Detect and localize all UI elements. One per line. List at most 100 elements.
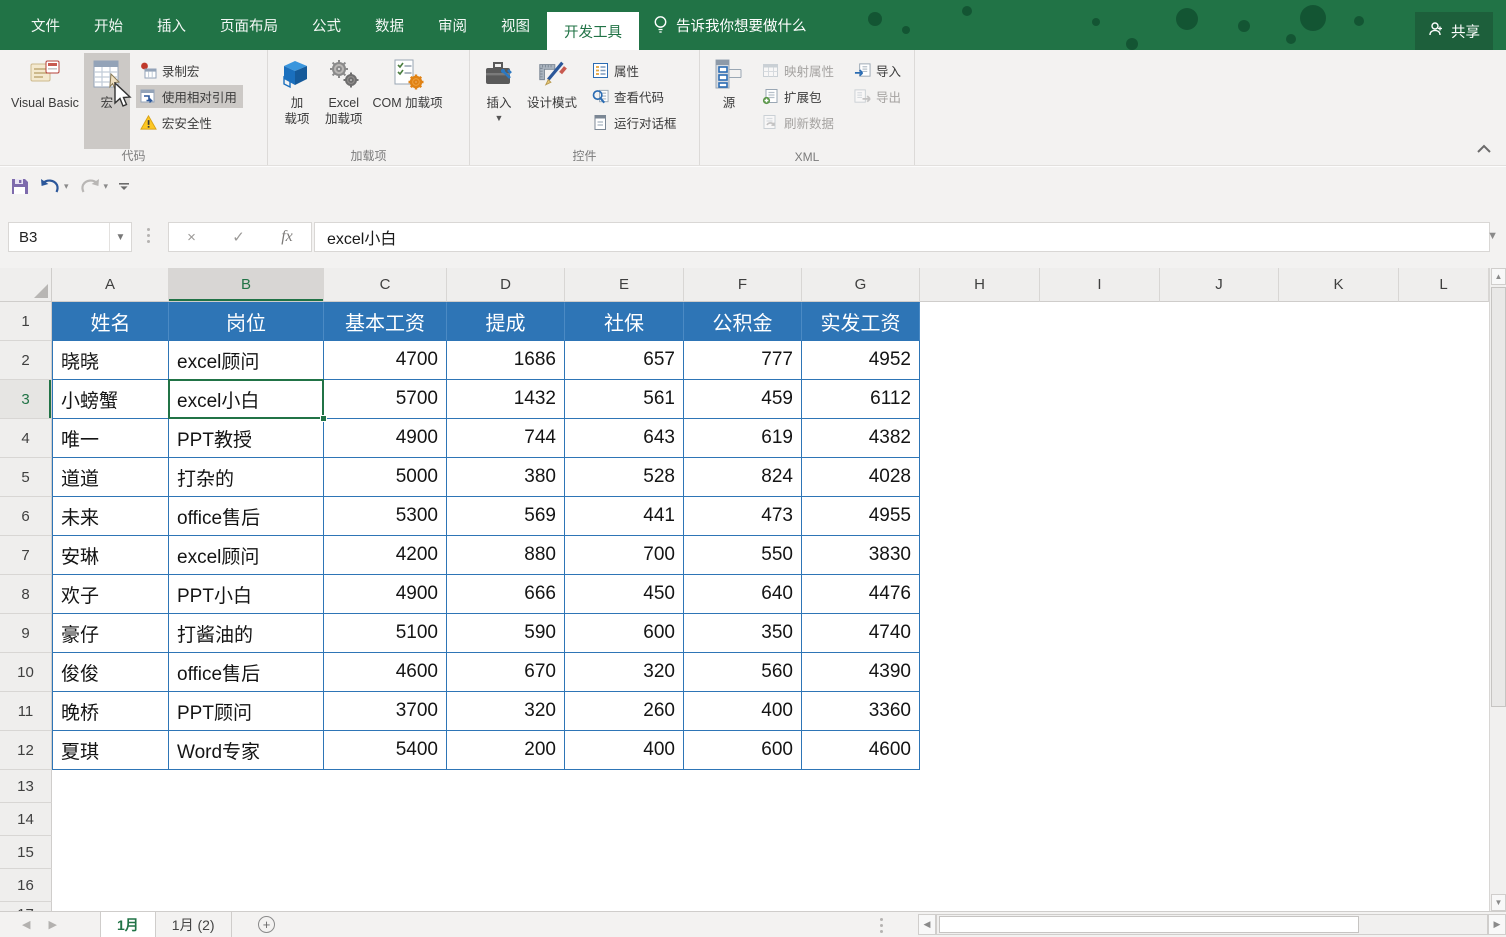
cell-A4[interactable]: 唯一 — [52, 419, 169, 458]
expansion-packs-button[interactable]: 扩展包 — [758, 85, 840, 108]
row-header-14[interactable]: 14 — [0, 803, 52, 836]
column-header-J[interactable]: J — [1160, 268, 1279, 302]
row-header-3[interactable]: 3 — [0, 380, 52, 419]
undo-dropdown-icon[interactable]: ▾ — [64, 181, 69, 192]
cell-G12[interactable]: 4600 — [802, 731, 920, 770]
select-all-corner[interactable] — [0, 268, 52, 302]
row-header-12[interactable]: 12 — [0, 731, 52, 770]
tab-开发工具[interactable]: 开发工具 — [547, 12, 639, 50]
expand-formula-bar-icon[interactable]: ▼ — [1487, 230, 1498, 242]
horizontal-scrollbar-thumb[interactable] — [939, 916, 1359, 933]
cell-G8[interactable]: 4476 — [802, 575, 920, 614]
column-header-G[interactable]: G — [802, 268, 920, 302]
share-button[interactable]: 共享 — [1415, 12, 1493, 50]
visual-basic-button[interactable]: Visual Basic — [6, 53, 84, 149]
row-header-11[interactable]: 11 — [0, 692, 52, 731]
run-dialog-button[interactable]: 运行对话框 — [588, 111, 683, 134]
tab-插入[interactable]: 插入 — [140, 0, 203, 50]
row-header-10[interactable]: 10 — [0, 653, 52, 692]
cell-G4[interactable]: 4382 — [802, 419, 920, 458]
scroll-down-icon[interactable]: ▼ — [1491, 894, 1506, 911]
properties-button[interactable]: 属性 — [588, 59, 683, 82]
new-sheet-button[interactable]: + — [258, 916, 275, 933]
cell-A9[interactable]: 豪仔 — [52, 614, 169, 653]
cell-D10[interactable]: 670 — [447, 653, 565, 692]
cell-A12[interactable]: 夏琪 — [52, 731, 169, 770]
scroll-left-icon[interactable]: ◀ — [918, 914, 936, 935]
cell-D1[interactable]: 提成 — [447, 302, 565, 341]
row-header-1[interactable]: 1 — [0, 302, 52, 341]
cell-E7[interactable]: 700 — [565, 536, 684, 575]
cell-C12[interactable]: 5400 — [324, 731, 447, 770]
record-macro-button[interactable]: 录制宏 — [136, 59, 243, 82]
vertical-scrollbar[interactable]: ▲ ▼ — [1489, 268, 1506, 911]
column-header-C[interactable]: C — [324, 268, 447, 302]
insert-controls-button[interactable]: 插入▼ — [476, 53, 522, 149]
cell-C11[interactable]: 3700 — [324, 692, 447, 731]
cell-E5[interactable]: 528 — [565, 458, 684, 497]
row-header-15[interactable]: 15 — [0, 836, 52, 869]
column-header-L[interactable]: L — [1399, 268, 1489, 302]
tabbar-splitter[interactable] — [880, 918, 883, 933]
cell-C7[interactable]: 4200 — [324, 536, 447, 575]
cell-F10[interactable]: 560 — [684, 653, 802, 692]
relative-reference-button[interactable]: 使用相对引用 — [136, 85, 243, 108]
column-header-B[interactable]: B — [169, 268, 324, 302]
cell-F11[interactable]: 400 — [684, 692, 802, 731]
cell-F6[interactable]: 473 — [684, 497, 802, 536]
cell-A3[interactable]: 小螃蟹 — [52, 380, 169, 419]
cell-B10[interactable]: office售后 — [169, 653, 324, 692]
tab-页面布局[interactable]: 页面布局 — [203, 0, 295, 50]
design-mode-button[interactable]: 设计模式 — [522, 53, 582, 149]
cell-B9[interactable]: 打酱油的 — [169, 614, 324, 653]
cell-A1[interactable]: 姓名 — [52, 302, 169, 341]
column-header-D[interactable]: D — [447, 268, 565, 302]
view-code-button[interactable]: 查看代码 — [588, 85, 683, 108]
column-header-E[interactable]: E — [565, 268, 684, 302]
tab-视图[interactable]: 视图 — [484, 0, 547, 50]
cell-A7[interactable]: 安琳 — [52, 536, 169, 575]
cell-E11[interactable]: 260 — [565, 692, 684, 731]
cell-D2[interactable]: 1686 — [447, 341, 565, 380]
sheet-nav-right-icon[interactable]: ▶ — [48, 918, 56, 931]
cell-B7[interactable]: excel顾问 — [169, 536, 324, 575]
cell-B4[interactable]: PPT教授 — [169, 419, 324, 458]
formula-bar-input[interactable]: excel小白 — [314, 222, 1490, 252]
cell-D8[interactable]: 666 — [447, 575, 565, 614]
cell-G7[interactable]: 3830 — [802, 536, 920, 575]
cell-D6[interactable]: 569 — [447, 497, 565, 536]
cell-G10[interactable]: 4390 — [802, 653, 920, 692]
cell-C3[interactable]: 5700 — [324, 380, 447, 419]
redo-dropdown-icon[interactable]: ▾ — [104, 181, 109, 192]
scroll-up-icon[interactable]: ▲ — [1491, 268, 1506, 285]
cell-G5[interactable]: 4028 — [802, 458, 920, 497]
cell-D5[interactable]: 380 — [447, 458, 565, 497]
com-addins-button[interactable]: COM 加载项 — [368, 53, 448, 149]
cell-C8[interactable]: 4900 — [324, 575, 447, 614]
cell-B11[interactable]: PPT顾问 — [169, 692, 324, 731]
row-header-16[interactable]: 16 — [0, 869, 52, 902]
formula-bar-splitter[interactable] — [147, 228, 150, 243]
column-header-F[interactable]: F — [684, 268, 802, 302]
row-header-6[interactable]: 6 — [0, 497, 52, 536]
undo-button[interactable]: ▾ — [39, 178, 69, 196]
column-header-H[interactable]: H — [920, 268, 1040, 302]
cell-F9[interactable]: 350 — [684, 614, 802, 653]
cell-E10[interactable]: 320 — [565, 653, 684, 692]
row-header-9[interactable]: 9 — [0, 614, 52, 653]
cell-A6[interactable]: 未来 — [52, 497, 169, 536]
scroll-right-icon[interactable]: ▶ — [1488, 914, 1506, 935]
cell-A2[interactable]: 晓晓 — [52, 341, 169, 380]
cell-F8[interactable]: 640 — [684, 575, 802, 614]
cell-E3[interactable]: 561 — [565, 380, 684, 419]
cell-F2[interactable]: 777 — [684, 341, 802, 380]
cell-G6[interactable]: 4955 — [802, 497, 920, 536]
tell-me-box[interactable]: 告诉我你想要做什么 — [639, 0, 821, 50]
cell-B3[interactable]: excel小白 — [169, 380, 324, 419]
name-box-dropdown-icon[interactable]: ▼ — [109, 223, 131, 251]
cell-E12[interactable]: 400 — [565, 731, 684, 770]
cell-E8[interactable]: 450 — [565, 575, 684, 614]
cell-G11[interactable]: 3360 — [802, 692, 920, 731]
cell-C5[interactable]: 5000 — [324, 458, 447, 497]
cell-B5[interactable]: 打杂的 — [169, 458, 324, 497]
